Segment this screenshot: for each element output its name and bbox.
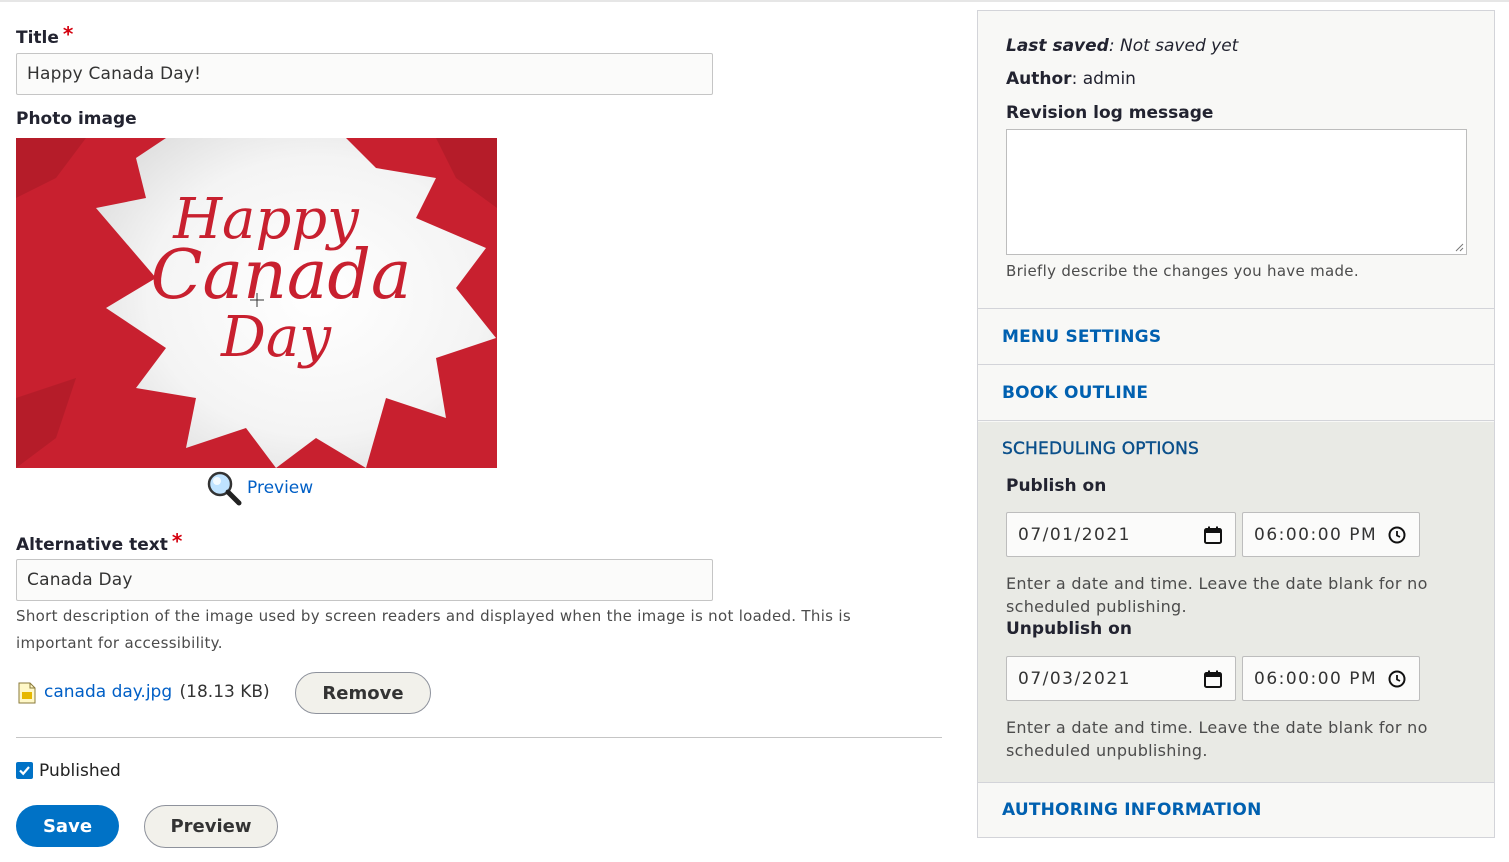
photo-image-label: Photo image xyxy=(16,109,137,129)
publish-on-label: Publish on xyxy=(1006,476,1107,496)
publish-date-value: 07/01/2021 xyxy=(1018,524,1131,545)
unpublish-on-label: Unpublish on xyxy=(1006,619,1132,639)
image-file-icon xyxy=(18,682,36,704)
unpublish-date-value: 07/03/2021 xyxy=(1018,668,1131,689)
sidebar: Last saved: Not saved yet Author: admin … xyxy=(977,10,1495,838)
revision-log-textarea[interactable] xyxy=(1006,129,1467,255)
last-saved-value: : Not saved yet xyxy=(1108,36,1239,56)
required-asterisk-icon: * xyxy=(171,529,183,553)
author-label: Author xyxy=(1006,69,1072,89)
calendar-icon[interactable] xyxy=(1203,525,1223,545)
clock-icon[interactable] xyxy=(1387,525,1407,545)
revision-log-help: Briefly describe the changes you have ma… xyxy=(1006,262,1359,280)
checkbox-checked-icon[interactable] xyxy=(16,762,33,779)
sidebar-divider xyxy=(978,308,1494,309)
photo-image-thumbnail: Happy Canada Day xyxy=(16,138,497,468)
sidebar-divider xyxy=(978,782,1494,783)
publish-date-input[interactable]: 07/01/2021 xyxy=(1006,512,1236,557)
sidebar-divider xyxy=(978,364,1494,365)
revision-log-label: Revision log message xyxy=(1006,103,1214,123)
title-input[interactable]: Happy Canada Day! xyxy=(16,53,713,95)
divider xyxy=(16,737,942,738)
published-label: Published xyxy=(39,761,121,781)
author-value: : admin xyxy=(1071,69,1136,89)
last-saved: Last saved: Not saved yet xyxy=(1006,36,1238,56)
alt-text-description: Short description of the image used by s… xyxy=(16,607,851,652)
unpublish-help: Enter a date and time. Leave the date bl… xyxy=(1006,718,1428,760)
file-size: (18.13 KB) xyxy=(179,682,270,702)
menu-settings-toggle[interactable]: MENU SETTINGS xyxy=(1002,327,1161,347)
top-border xyxy=(0,0,1509,2)
alt-text-label-text: Alternative text xyxy=(16,535,168,555)
author-info: Author: admin xyxy=(1006,69,1136,89)
authoring-information-toggle[interactable]: AUTHORING INFORMATION xyxy=(1002,800,1262,820)
book-outline-toggle[interactable]: BOOK OUTLINE xyxy=(1002,383,1148,403)
scheduling-options-toggle[interactable]: SCHEDULING OPTIONS xyxy=(1002,439,1199,459)
unpublish-time-input[interactable]: 06:00:00 PM xyxy=(1242,656,1420,701)
publish-help: Enter a date and time. Leave the date bl… xyxy=(1006,574,1428,616)
last-saved-label: Last saved xyxy=(1006,36,1109,56)
resize-handle-icon[interactable] xyxy=(1454,242,1464,252)
unpublish-date-input[interactable]: 07/03/2021 xyxy=(1006,656,1236,701)
magnifier-icon[interactable] xyxy=(204,469,244,509)
preview-button[interactable]: Preview xyxy=(144,805,278,848)
file-link[interactable]: canada day.jpg xyxy=(44,682,172,702)
alt-text-label: Alternative text * xyxy=(16,529,183,555)
unpublish-time-value: 06:00:00 PM xyxy=(1254,668,1378,689)
title-label-text: Title xyxy=(16,28,59,48)
remove-button[interactable]: Remove xyxy=(295,672,431,714)
image-preview-link[interactable]: Preview xyxy=(247,478,313,498)
calendar-icon[interactable] xyxy=(1203,669,1223,689)
clock-icon[interactable] xyxy=(1387,669,1407,689)
image-text-line2: Canada xyxy=(151,236,412,315)
title-label: Title * xyxy=(16,22,74,48)
required-asterisk-icon: * xyxy=(62,22,74,46)
file-info: canada day.jpg (18.13 KB) xyxy=(44,682,270,702)
publish-time-value: 06:00:00 PM xyxy=(1254,524,1378,545)
save-button[interactable]: Save xyxy=(16,805,119,847)
publish-time-input[interactable]: 06:00:00 PM xyxy=(1242,512,1420,557)
alt-text-input[interactable]: Canada Day xyxy=(16,559,713,601)
sidebar-divider xyxy=(978,420,1494,421)
image-text-line3: Day xyxy=(220,305,332,370)
